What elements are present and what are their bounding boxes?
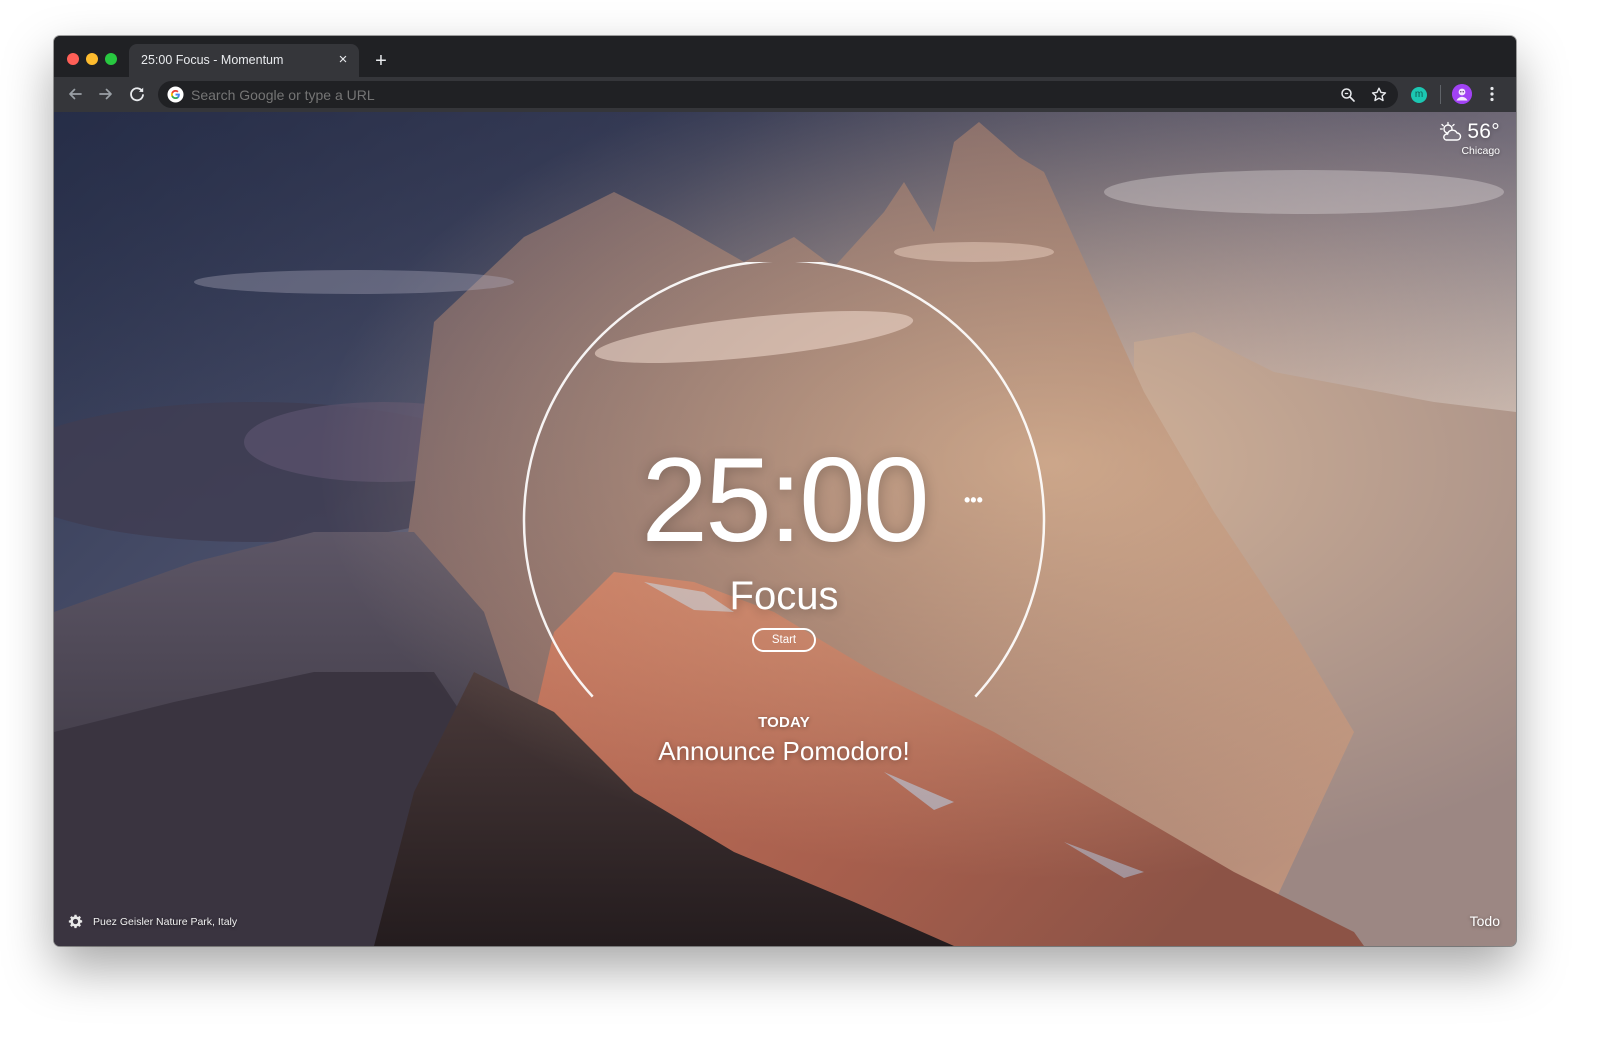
momentum-extension-icon[interactable]: m <box>1411 87 1427 103</box>
browser-window: 25:00 Focus - Momentum × + Search Google… <box>54 36 1516 946</box>
toolbar-divider <box>1440 85 1441 104</box>
settings-gear-icon[interactable] <box>68 914 83 929</box>
focus-timer[interactable]: 25:00 <box>614 440 954 560</box>
bookmark-star-icon[interactable] <box>1370 86 1388 104</box>
new-tab-button[interactable]: + <box>370 50 392 72</box>
momentum-dashboard: 56° Chicago 25:00 ••• Focus Start TODAY … <box>54 112 1516 946</box>
photo-location-credit[interactable]: Puez Geisler Nature Park, Italy <box>93 916 237 928</box>
todo-button[interactable]: Todo <box>1470 913 1500 929</box>
address-bar[interactable] <box>158 81 1398 108</box>
zoom-search-icon[interactable] <box>1339 86 1357 104</box>
profile-avatar-icon[interactable] <box>1452 84 1472 104</box>
start-button[interactable]: Start <box>752 628 816 652</box>
tab-strip: 25:00 Focus - Momentum × + <box>54 36 1516 77</box>
reload-icon[interactable] <box>126 83 148 105</box>
weather-row: 56° <box>1439 120 1500 144</box>
active-tab[interactable]: 25:00 Focus - Momentum × <box>129 44 359 77</box>
weather-location: Chicago <box>1461 145 1500 157</box>
partly-cloudy-icon <box>1440 121 1462 141</box>
google-g-icon <box>167 86 184 103</box>
maximize-window-button[interactable] <box>105 53 117 65</box>
browser-toolbar: m <box>54 77 1516 112</box>
forward-arrow-icon[interactable] <box>95 83 117 105</box>
browser-menu-icon[interactable] <box>1484 84 1500 104</box>
back-arrow-icon[interactable] <box>64 83 86 105</box>
tab-title: 25:00 Focus - Momentum <box>141 53 284 67</box>
minimize-window-button[interactable] <box>86 53 98 65</box>
close-window-button[interactable] <box>67 53 79 65</box>
focus-mode-label[interactable]: Focus <box>684 574 884 619</box>
weather-temperature: 56° <box>1467 120 1500 143</box>
today-heading: TODAY <box>758 714 810 731</box>
timer-more-options-icon[interactable]: ••• <box>964 491 983 509</box>
tab-close-icon[interactable]: × <box>335 52 351 68</box>
weather-widget[interactable]: 56° Chicago <box>1439 120 1500 157</box>
address-input[interactable] <box>191 87 1291 103</box>
today-focus-task[interactable]: Announce Pomodoro! <box>534 736 1034 767</box>
